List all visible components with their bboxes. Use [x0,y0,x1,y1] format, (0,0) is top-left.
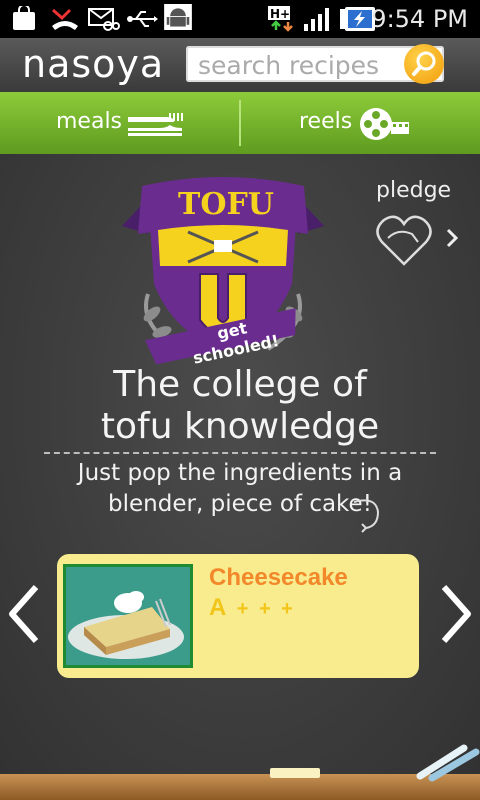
previous-recipe-button[interactable] [6,579,42,649]
pledge-label: pledge [376,178,452,203]
film-reel-icon [360,108,409,140]
tab-meals[interactable]: meals [0,92,239,154]
missed-call-icon [52,8,78,30]
tab-reels[interactable]: reels [241,92,480,154]
svg-text:H+: H+ [270,7,290,21]
rating-plus: + [236,598,249,620]
usb-icon [127,11,158,27]
tab-reels-label: reels [299,109,353,134]
rating-plus: + [281,598,293,620]
chalk-sticks [416,744,480,782]
chalkboard-area: TOFU U get schooled! pledge The college … [0,154,480,774]
app-header: nasoya [0,38,480,92]
cheesecake-image [66,567,190,665]
main-nav: meals reels [0,92,480,154]
shopping-bag-icon [13,6,35,30]
heart-hand-icon [376,215,459,266]
status-bar: H+ 9:54 PM [0,0,480,38]
difficulty-rating: A + + + [209,594,293,622]
recipe-card[interactable]: Cheesecake A + + + [57,554,419,678]
headline: The college of tofu knowledge [0,364,480,448]
chalk-divider [44,452,436,454]
search-box [186,44,444,84]
headline-line-2: tofu knowledge [100,406,380,447]
utensils-icon [128,113,183,136]
tab-meals-label: meals [56,109,123,134]
rating-plus: + [258,598,271,620]
signal-strength-icon [304,8,329,31]
subheadline-line-2: blender, piece of cake! [108,491,372,517]
search-input[interactable] [196,46,400,84]
chalk-piece [270,768,320,778]
recipe-title: Cheesecake [209,564,348,591]
nasoya-logo[interactable]: nasoya [22,42,164,86]
android-debug-icon [164,4,192,30]
pledge-link[interactable]: pledge [370,176,470,276]
data-activity-icon: H+ [268,6,293,32]
headline-line-1: The college of [113,364,367,405]
magnifier-icon [412,51,436,76]
voicemail-mail-icon [88,8,120,31]
subheadline-line-1: Just pop the ingredients in a [77,460,403,486]
search-button[interactable] [404,44,444,84]
crest-top-text: TOFU [178,187,274,222]
chalk-tray [0,774,480,800]
rating-grade: A [209,594,227,621]
curly-arrow-icon [353,499,380,533]
recipe-thumbnail[interactable] [63,564,193,668]
subheadline: Just pop the ingredients in a blender, p… [0,458,480,520]
clock: 9:54 PM [371,5,468,33]
next-recipe-button[interactable] [438,579,474,649]
